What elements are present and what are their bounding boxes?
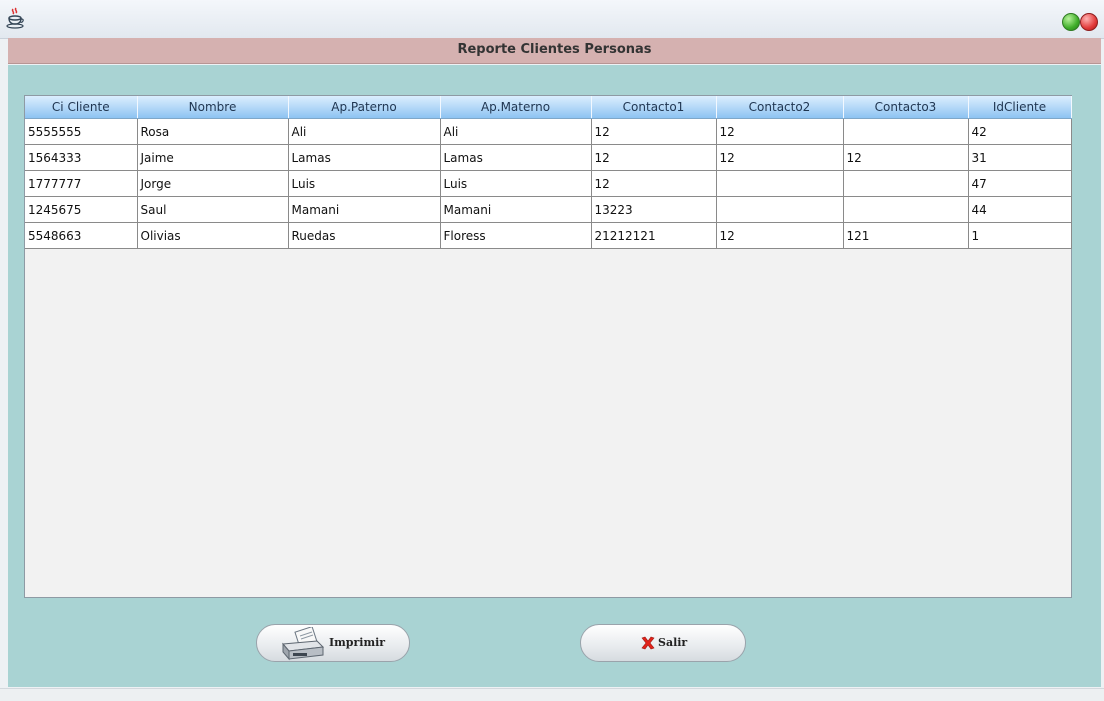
table-cell[interactable]: 1564333 (25, 144, 138, 171)
table-cell[interactable]: Lamas (288, 144, 441, 171)
table-cell[interactable]: 12 (591, 118, 717, 145)
table-cell[interactable]: Lamas (440, 144, 592, 171)
table-row[interactable]: 1245675 Saul Mamani Mamani 13223 44 (25, 196, 1072, 223)
table-cell[interactable]: 31 (968, 144, 1072, 171)
minimize-button[interactable] (1062, 13, 1080, 31)
table-cell[interactable]: Ali (288, 118, 441, 145)
java-cup-icon (6, 7, 24, 29)
table-cell[interactable]: Ali (440, 118, 592, 145)
close-button[interactable] (1080, 13, 1098, 31)
table-cell[interactable] (843, 196, 969, 223)
report-title: Reporte Clientes Personas (8, 38, 1101, 64)
column-header[interactable]: Contacto3 (843, 96, 969, 119)
table-cell[interactable]: Ruedas (288, 222, 441, 249)
column-header[interactable]: IdCliente (968, 96, 1072, 119)
table-cell[interactable] (843, 170, 969, 197)
table-cell[interactable]: 12 (716, 222, 844, 249)
table-row[interactable]: 1564333 Jaime Lamas Lamas 12 12 12 31 (25, 144, 1072, 171)
table-row[interactable]: 5555555 Rosa Ali Ali 12 12 42 (25, 118, 1072, 145)
table-cell[interactable] (716, 196, 844, 223)
table-cell[interactable]: 12 (591, 170, 717, 197)
table-cell[interactable]: Jorge (137, 170, 289, 197)
table-cell[interactable] (843, 118, 969, 145)
table-body: 5555555 Rosa Ali Ali 12 12 42 1564333 Jaime Lamas… (25, 118, 1072, 249)
table-cell[interactable]: Jaime (137, 144, 289, 171)
table-row[interactable]: 1777777 Jorge Luis Luis 12 47 (25, 170, 1072, 197)
table-cell[interactable]: 42 (968, 118, 1072, 145)
table-cell[interactable]: Floress (440, 222, 592, 249)
x-icon (641, 636, 655, 650)
table-cell[interactable]: 12 (843, 144, 969, 171)
table-cell[interactable] (716, 170, 844, 197)
column-header[interactable]: Nombre (137, 96, 289, 119)
table-cell[interactable]: 5548663 (25, 222, 138, 249)
column-header[interactable]: Contacto2 (716, 96, 844, 119)
column-header[interactable]: Ci Cliente (25, 96, 138, 119)
table-cell[interactable]: Luis (288, 170, 441, 197)
table-cell[interactable]: 12 (716, 144, 844, 171)
table-cell[interactable]: 44 (968, 196, 1072, 223)
column-header[interactable]: Ap.Materno (440, 96, 592, 119)
table-cell[interactable]: Rosa (137, 118, 289, 145)
table-cell[interactable]: 1245675 (25, 196, 138, 223)
table-cell[interactable]: Luis (440, 170, 592, 197)
title-bar (0, 0, 1104, 39)
table-cell[interactable]: 21212121 (591, 222, 717, 249)
table-header: Ci Cliente Nombre Ap.Paterno Ap.Materno Cont… (25, 96, 1072, 119)
column-header[interactable]: Ap.Paterno (288, 96, 441, 119)
table-cell[interactable]: 1777777 (25, 170, 138, 197)
table-cell[interactable]: Saul (137, 196, 289, 223)
table-cell[interactable]: Olivias (137, 222, 289, 249)
status-strip (0, 688, 1104, 701)
table-cell[interactable]: Mamani (288, 196, 441, 223)
table-cell[interactable]: 12 (591, 144, 717, 171)
exit-button[interactable]: Salir (580, 624, 746, 662)
table-cell[interactable]: 121 (843, 222, 969, 249)
clients-table[interactable]: Ci Cliente Nombre Ap.Paterno Ap.Materno Cont… (24, 95, 1072, 598)
table-cell[interactable]: 47 (968, 170, 1072, 197)
table-cell[interactable]: Mamani (440, 196, 592, 223)
table-cell[interactable]: 12 (716, 118, 844, 145)
table-row[interactable]: 5548663 Olivias Ruedas Floress 21212121 12 121… (25, 222, 1072, 249)
print-button[interactable]: Imprimir (256, 624, 410, 662)
column-header[interactable]: Contacto1 (591, 96, 717, 119)
table-cell[interactable]: 13223 (591, 196, 717, 223)
table-cell[interactable]: 1 (968, 222, 1072, 249)
printer-icon (281, 627, 325, 661)
table-cell[interactable]: 5555555 (25, 118, 138, 145)
print-button-label: Imprimir (329, 636, 386, 649)
exit-button-label: Salir (658, 636, 688, 649)
